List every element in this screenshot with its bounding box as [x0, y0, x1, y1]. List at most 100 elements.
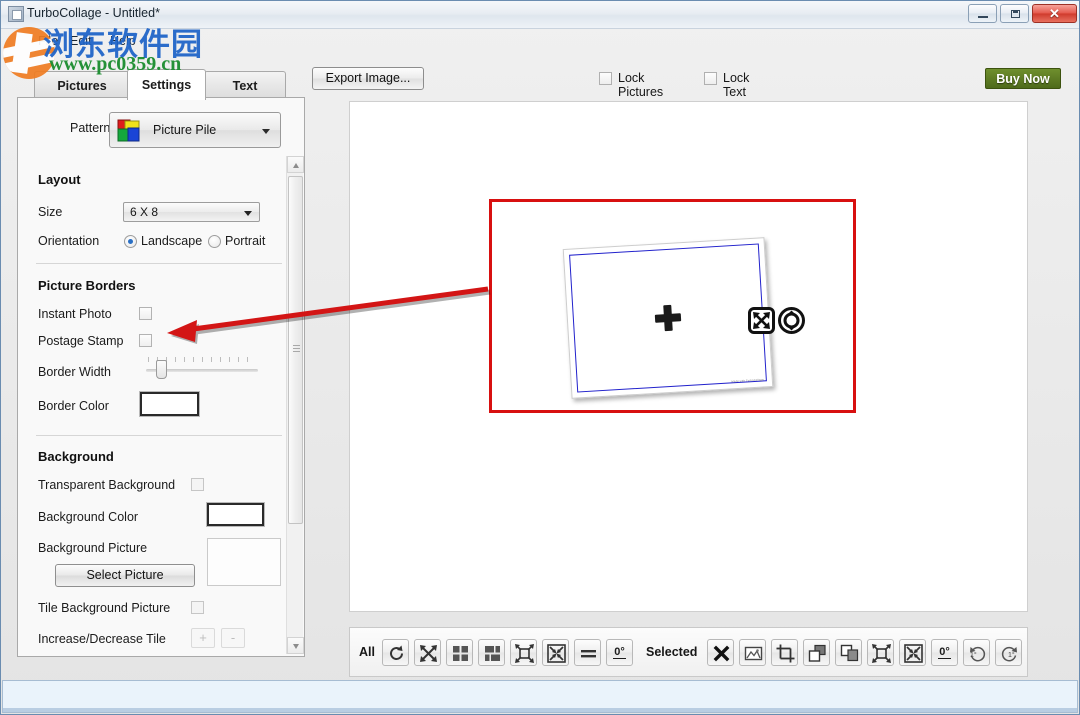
pattern-row: Pattern Picture Pile — [18, 112, 288, 148]
menu-edit[interactable]: Edit — [65, 33, 97, 49]
background-color-label: Background Color — [38, 510, 139, 524]
grid-mixed-button[interactable] — [478, 639, 505, 666]
radio-landscape[interactable] — [124, 235, 137, 248]
equals-icon — [581, 650, 596, 658]
radio-landscape-label: Landscape — [141, 234, 203, 248]
refresh-icon — [390, 645, 403, 660]
photo-placeholder[interactable]: Made with TurboCollage — [562, 237, 774, 399]
chevron-down-icon — [244, 211, 252, 216]
close-icon: ✕ — [1049, 6, 1060, 21]
tab-strip: Pictures Settings Text — [34, 69, 286, 100]
plus-icon[interactable] — [654, 304, 681, 331]
scroll-down-icon[interactable] — [287, 637, 304, 654]
svg-text:1°: 1° — [970, 651, 977, 659]
size-dropdown[interactable]: 6 X 8 — [123, 202, 260, 222]
expand-icon — [515, 644, 534, 663]
degree-label: 0° — [613, 646, 626, 659]
lock-pictures-label: Lock Pictures — [618, 71, 664, 99]
close-x-icon — [713, 645, 730, 662]
reset-rotation-all-button[interactable]: 0° — [606, 639, 633, 666]
resize-handle[interactable] — [748, 307, 775, 334]
increase-tile-button[interactable]: + — [191, 628, 215, 648]
menu-file[interactable]: File — [33, 33, 63, 49]
minimize-button[interactable] — [968, 4, 997, 23]
expand-all-button[interactable] — [510, 639, 537, 666]
minimize-icon — [978, 16, 988, 18]
replace-image-button[interactable] — [739, 639, 766, 666]
divider — [36, 435, 282, 436]
rot-left-icon: 1° — [970, 646, 986, 662]
tile-background-label: Tile Background Picture — [38, 601, 171, 615]
radio-portrait-label: Portrait — [225, 234, 266, 248]
delete-selected-button[interactable] — [707, 639, 734, 666]
background-picture-label: Background Picture — [38, 541, 148, 555]
shuffle-button[interactable] — [414, 639, 441, 666]
pattern-value: Picture Pile — [153, 123, 217, 137]
tab-pictures[interactable]: Pictures — [34, 71, 130, 99]
scrollbar-thumb[interactable] — [288, 176, 303, 524]
menu-bar: File Edit Help — [1, 30, 1079, 52]
increase-decrease-tile-label: Increase/Decrease Tile — [38, 632, 166, 646]
collage-canvas[interactable]: Made with TurboCollage — [349, 101, 1028, 612]
export-image-button[interactable]: Export Image... — [312, 67, 424, 90]
lock-text-checkbox[interactable] — [704, 72, 717, 85]
menu-help[interactable]: Help — [105, 33, 141, 49]
shrink-icon — [904, 644, 923, 663]
instant-photo-checkbox[interactable] — [139, 307, 152, 320]
border-color-swatch[interactable] — [140, 392, 199, 416]
transparent-background-label: Transparent Background — [38, 478, 176, 492]
maximize-button[interactable] — [1000, 4, 1029, 23]
rotate-left-button[interactable]: 1° — [963, 639, 990, 666]
instant-photo-label: Instant Photo — [38, 307, 112, 321]
border-width-slider[interactable] — [146, 357, 258, 381]
shrink-all-button[interactable] — [542, 639, 569, 666]
degree-label: 0° — [938, 646, 951, 659]
crop-button[interactable] — [771, 639, 798, 666]
background-color-swatch[interactable] — [207, 503, 264, 526]
grid4-icon — [453, 646, 468, 661]
grid-even-button[interactable] — [446, 639, 473, 666]
settings-scrollbar[interactable] — [286, 156, 304, 654]
scroll-up-icon[interactable] — [287, 156, 304, 173]
shrink-selected-button[interactable] — [899, 639, 926, 666]
window-title: TurboCollage - Untitled* — [27, 6, 160, 20]
rotate-handle[interactable] — [778, 307, 805, 334]
shrink-icon — [547, 644, 566, 663]
window-controls: ✕ — [968, 4, 1077, 23]
expand-icon — [872, 644, 891, 663]
application-window: TurboCollage - Untitled* ✕ File Edit Hel… — [0, 0, 1080, 715]
bottom-toolbar: All 0° Selected 0° 1° 1° — [349, 627, 1028, 677]
lock-pictures-checkbox[interactable] — [599, 72, 612, 85]
rot-right-icon: 1° — [1001, 646, 1017, 662]
rotate-right-button[interactable]: 1° — [995, 639, 1022, 666]
background-picture-preview — [207, 538, 281, 586]
chevron-down-icon — [262, 129, 270, 134]
slider-thumb[interactable] — [156, 360, 167, 379]
maximize-icon — [1011, 10, 1020, 18]
refresh-layout-button[interactable] — [382, 639, 409, 666]
tile-background-checkbox[interactable] — [191, 601, 204, 614]
size-value: 6 X 8 — [130, 205, 159, 219]
bring-forward-button[interactable] — [803, 639, 830, 666]
postage-stamp-checkbox[interactable] — [139, 334, 152, 347]
radio-portrait[interactable] — [208, 235, 221, 248]
select-picture-button[interactable]: Select Picture — [55, 564, 195, 587]
close-button[interactable]: ✕ — [1032, 4, 1077, 23]
send-backward-button[interactable] — [835, 639, 862, 666]
expand-selected-button[interactable] — [867, 639, 894, 666]
photo-credit: Made with TurboCollage — [731, 378, 764, 384]
picture-borders-section-title: Picture Borders — [38, 278, 136, 293]
title-bar: TurboCollage - Untitled* ✕ — [1, 1, 1079, 29]
buy-now-button[interactable]: Buy Now — [985, 68, 1061, 89]
bring-forward-icon — [808, 644, 826, 662]
rotate-circle-icon — [783, 310, 800, 331]
pattern-dropdown[interactable]: Picture Pile — [109, 112, 281, 148]
tab-text[interactable]: Text — [204, 71, 286, 99]
status-bar — [2, 680, 1078, 713]
transparent-background-checkbox[interactable] — [191, 478, 204, 491]
decrease-tile-button[interactable]: - — [221, 628, 245, 648]
equalize-button[interactable] — [574, 639, 601, 666]
reset-rotation-selected-button[interactable]: 0° — [931, 639, 958, 666]
tab-settings[interactable]: Settings — [127, 69, 206, 100]
app-icon — [8, 6, 24, 22]
